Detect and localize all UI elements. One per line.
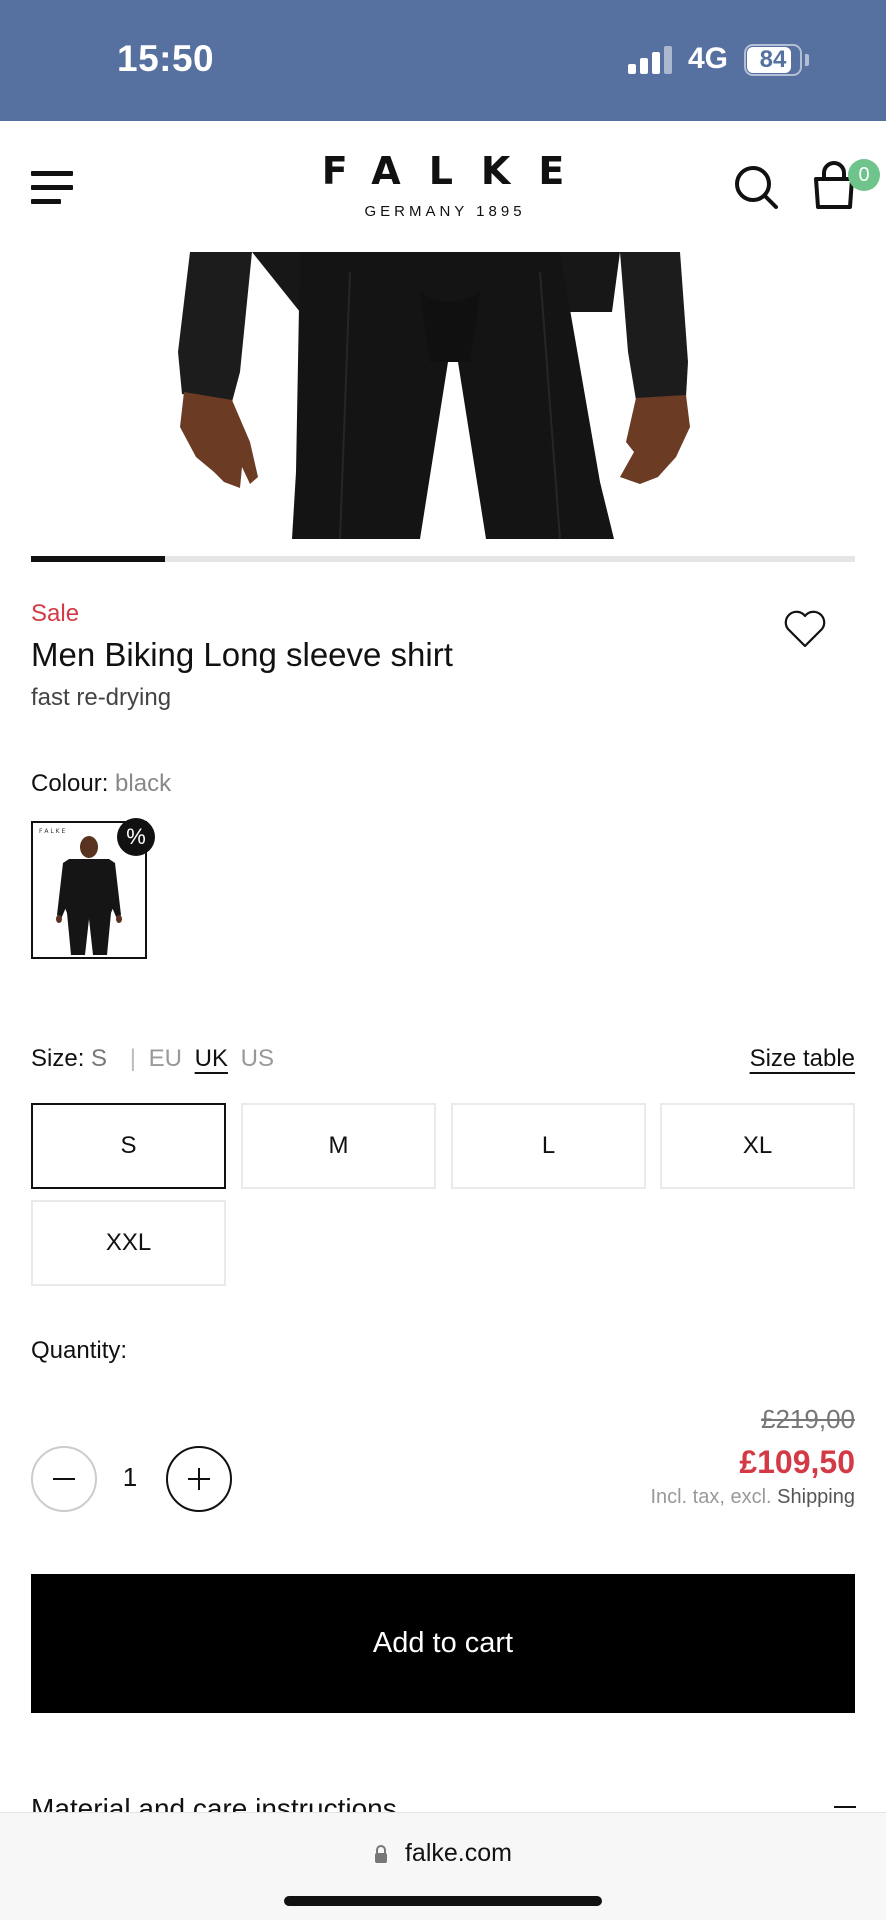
url-text: falke.com (404, 1839, 512, 1867)
size-separator: | (129, 1045, 136, 1072)
lock-icon (375, 1845, 388, 1863)
size-row: Size: S | EU UK US Size table (31, 1045, 855, 1073)
product-title: Men Biking Long sleeve shirt (31, 636, 453, 673)
price-note-text: Incl. tax, excl. (650, 1486, 772, 1508)
quantity-label: Quantity: (31, 1337, 128, 1364)
size-option-l[interactable]: L (451, 1103, 646, 1189)
gallery-progress (31, 556, 855, 562)
original-price: £219,00 (761, 1404, 855, 1434)
gallery-progress-fill (31, 556, 166, 562)
price-note: Incl. tax, excl. Shipping (650, 1486, 855, 1509)
quantity-decrease-button[interactable] (31, 1446, 97, 1512)
status-time: 15:50 (117, 38, 215, 79)
quantity-increase-button[interactable] (166, 1446, 232, 1512)
size-option-m[interactable]: M (241, 1103, 436, 1189)
selected-size-value: S (91, 1045, 108, 1072)
battery-level: 84 (759, 46, 787, 73)
site-header: FALKE GERMANY 1895 0 (0, 121, 886, 252)
cart-count-badge: 0 (848, 159, 880, 191)
sale-label: Sale (31, 600, 80, 627)
discount-badge: % (117, 818, 155, 856)
battery-tip (805, 54, 809, 66)
size-unit-eu[interactable]: EU (149, 1045, 182, 1072)
size-option-xl[interactable]: XL (660, 1103, 855, 1189)
size-label: Size: (31, 1045, 85, 1072)
add-to-cart-button[interactable]: Add to cart (31, 1574, 855, 1713)
browser-address-bar: falke.com (0, 1812, 886, 1920)
battery-icon: 84 (744, 44, 802, 76)
colour-label: Colour: (31, 770, 109, 797)
size-unit-uk[interactable]: UK (195, 1045, 228, 1072)
size-unit-us[interactable]: US (241, 1045, 274, 1072)
collapse-icon[interactable] (834, 1806, 856, 1808)
sale-price: £109,50 (739, 1444, 855, 1480)
signal-icon (628, 46, 674, 74)
network-type: 4G (688, 42, 729, 75)
product-photo (178, 252, 690, 539)
search-icon[interactable] (733, 164, 779, 210)
size-option-xxl[interactable]: XXL (31, 1200, 226, 1286)
product-image[interactable] (0, 252, 886, 539)
colour-value: black (115, 770, 172, 797)
size-table-link[interactable]: Size table (750, 1045, 855, 1073)
size-option-s[interactable]: S (31, 1103, 226, 1189)
svg-text:F A L K E: F A L K E (39, 828, 65, 835)
status-bar: 15:50 4G 84 (0, 0, 886, 121)
quantity-value: 1 (122, 1462, 138, 1492)
url-row[interactable]: falke.com (0, 1839, 886, 1868)
home-indicator[interactable] (284, 1896, 602, 1906)
colour-row: Colour: black (31, 770, 171, 798)
shipping-link[interactable]: Shipping (777, 1486, 855, 1508)
product-subtitle: fast re-drying (31, 684, 172, 711)
wishlist-heart-icon[interactable] (782, 608, 828, 650)
